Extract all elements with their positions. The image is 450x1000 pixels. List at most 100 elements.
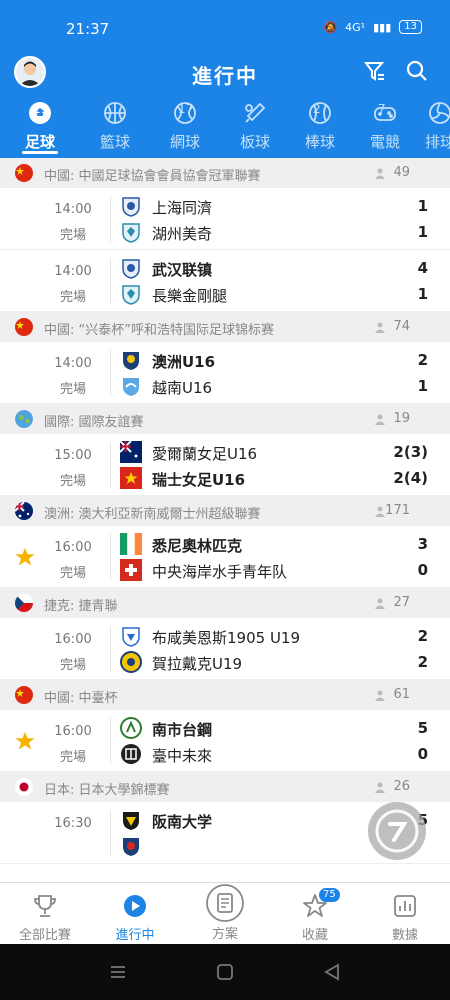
tab-cricket[interactable]: 板球 <box>220 98 290 152</box>
tab-volleyball[interactable]: 排球 <box>415 98 450 152</box>
team-name: 布咸美恩斯1905 U19 <box>152 629 301 647</box>
team-name: 長樂金剛腿 <box>152 287 228 305</box>
team-name: 越南U16 <box>152 379 213 397</box>
tab-count: 19 <box>33 102 49 116</box>
play-icon <box>121 892 149 920</box>
team-logo-icon <box>120 221 142 243</box>
match-status: 完場 <box>59 658 86 673</box>
star-icon[interactable] <box>14 730 36 752</box>
viewers-icon <box>374 167 386 179</box>
match-row[interactable]: 16:00 完場 南市台鋼 5 臺中未來 0 <box>0 710 450 772</box>
tab-soccer[interactable]: 19 足球 <box>5 98 75 152</box>
tab-label: 足球 <box>24 133 55 151</box>
mute-icon: 🔕 <box>323 20 338 34</box>
away-team: 越南U16 1 <box>120 375 440 397</box>
divider <box>110 350 111 396</box>
match-time: 16:00 <box>54 632 92 647</box>
country-flag-icon <box>15 318 33 336</box>
league-header[interactable]: 澳洲: 澳大利亞新南威爾士州超級聯賽 171 <box>0 496 450 526</box>
basketball-icon <box>102 100 128 126</box>
team-logo-icon <box>119 440 142 463</box>
status-bar: 21:37 🔕 4G¹ ▮▮▮ 13 <box>0 0 450 38</box>
away-team: 湖州美奇 1 <box>120 221 440 243</box>
nav-live[interactable]: 進行中 <box>90 883 180 943</box>
team-score: 4 <box>417 259 428 277</box>
tab-basketball[interactable]: 籃球 <box>80 98 150 152</box>
divider <box>110 258 111 304</box>
nav-favorites[interactable]: 75 收藏 <box>270 883 360 943</box>
sport-tabs: 19 足球 籃球 17 網球 板球 2 棒球 7 電競 排球 <box>0 98 450 158</box>
match-row[interactable]: 16:00 完場 悉尼奧林匹克 3 中央海岸水手青年队 0 <box>0 526 450 588</box>
team-logo-icon <box>120 349 142 371</box>
match-status: 完場 <box>59 382 86 397</box>
nav-plans[interactable]: 方案 <box>180 883 270 942</box>
cricket-bat-icon <box>242 100 268 126</box>
match-row[interactable]: 14:00 完場 上海同濟 1 湖州美奇 1 <box>0 188 450 250</box>
match-time: 14:00 <box>54 202 92 217</box>
search-icon[interactable] <box>404 58 430 84</box>
away-team: 長樂金剛腿 1 <box>120 283 440 305</box>
match-row[interactable]: 14:00 完場 澳洲U16 2 越南U16 1 <box>0 342 450 404</box>
team-name: 湖州美奇 <box>152 225 213 243</box>
viewer-count: 74 <box>393 319 410 334</box>
match-time: 16:00 <box>54 724 92 739</box>
team-logo-icon <box>120 717 142 739</box>
team-logo-icon <box>120 835 142 857</box>
app-header: 進行中 <box>0 48 450 94</box>
nav-stats[interactable]: 數據 <box>360 883 450 943</box>
country-flag-icon <box>15 502 33 520</box>
signal-text: 4G¹ <box>345 20 366 34</box>
active-tab-indicator <box>22 151 58 154</box>
team-name: 中央海岸水手青年队 <box>152 563 288 581</box>
tab-label: 籃球 <box>99 133 130 151</box>
home-team: 上海同濟 1 <box>120 195 440 217</box>
viewers-icon <box>374 413 386 425</box>
team-score: 0 <box>417 745 428 763</box>
league-header[interactable]: 捷克: 捷青聯 27 <box>0 588 450 618</box>
nav-label: 收藏 <box>301 928 328 943</box>
match-row[interactable]: 16:00 完場 布咸美恩斯1905 U19 2 賀拉戴克U19 2 <box>0 618 450 680</box>
home-icon[interactable] <box>215 962 235 982</box>
league-header[interactable]: 中國: 中國足球協會會員協會冠軍聯賽 49 <box>0 158 450 188</box>
team-name: 瑞士女足U16 <box>152 471 246 489</box>
country-flag-icon <box>15 778 33 796</box>
league-name: 中國: 中臺杯 <box>44 691 118 706</box>
team-logo-icon <box>120 809 142 831</box>
league-header[interactable]: 國際: 國際友誼賽 19 <box>0 404 450 434</box>
divider <box>110 442 111 488</box>
bottom-nav: 全部比賽 進行中 方案 75 收藏 數據 <box>0 882 450 944</box>
league-header[interactable]: 中國: 中臺杯 61 <box>0 680 450 710</box>
league-header[interactable]: 日本: 日本大學錦標賽 26 <box>0 772 450 802</box>
star-icon[interactable] <box>14 546 36 568</box>
team-logo-icon <box>120 743 142 765</box>
tab-esports[interactable]: 7 電競 <box>350 98 420 152</box>
team-logo-icon <box>120 625 142 647</box>
home-team: 澳洲U16 2 <box>120 349 440 371</box>
team-name: 澳洲U16 <box>152 353 216 371</box>
league-name: 中國: 中國足球協會會員協會冠軍聯賽 <box>44 169 261 184</box>
team-score: 1 <box>417 285 428 303</box>
match-status: 完場 <box>59 290 86 305</box>
league-header[interactable]: 中國: “兴泰杯”呼和浩特国际足球锦标赛 74 <box>0 312 450 342</box>
nav-label: 進行中 <box>115 928 155 943</box>
team-name: 南市台鋼 <box>152 721 213 739</box>
tab-count: 17 <box>178 102 194 116</box>
viewers-icon <box>374 689 386 701</box>
team-score: 1 <box>417 197 428 215</box>
team-logo-icon <box>120 467 142 489</box>
match-row[interactable]: 14:00 完場 武汉联镇 4 長樂金剛腿 1 <box>0 250 450 312</box>
match-time: 16:00 <box>54 540 92 555</box>
tab-baseball[interactable]: 2 棒球 <box>285 98 355 152</box>
match-list[interactable]: 中國: 中國足球協會會員協會冠軍聯賽 49 14:00 完場 上海同濟 1 湖州美奇 1 14:… <box>0 158 450 882</box>
viewer-count: 26 <box>393 779 410 794</box>
back-icon[interactable] <box>322 962 342 982</box>
match-row[interactable]: 15:00 完場 愛爾蘭女足U16 2(3) 瑞士女足U16 2(4) <box>0 434 450 496</box>
star-outline-icon: 75 <box>301 888 340 920</box>
divider <box>110 196 111 242</box>
filter-icon[interactable] <box>362 58 388 84</box>
floating-action-button[interactable] <box>368 802 426 860</box>
favorites-badge: 75 <box>319 888 340 902</box>
menu-icon[interactable] <box>108 962 128 982</box>
nav-all-matches[interactable]: 全部比賽 <box>0 883 90 943</box>
tab-tennis[interactable]: 17 網球 <box>150 98 220 152</box>
